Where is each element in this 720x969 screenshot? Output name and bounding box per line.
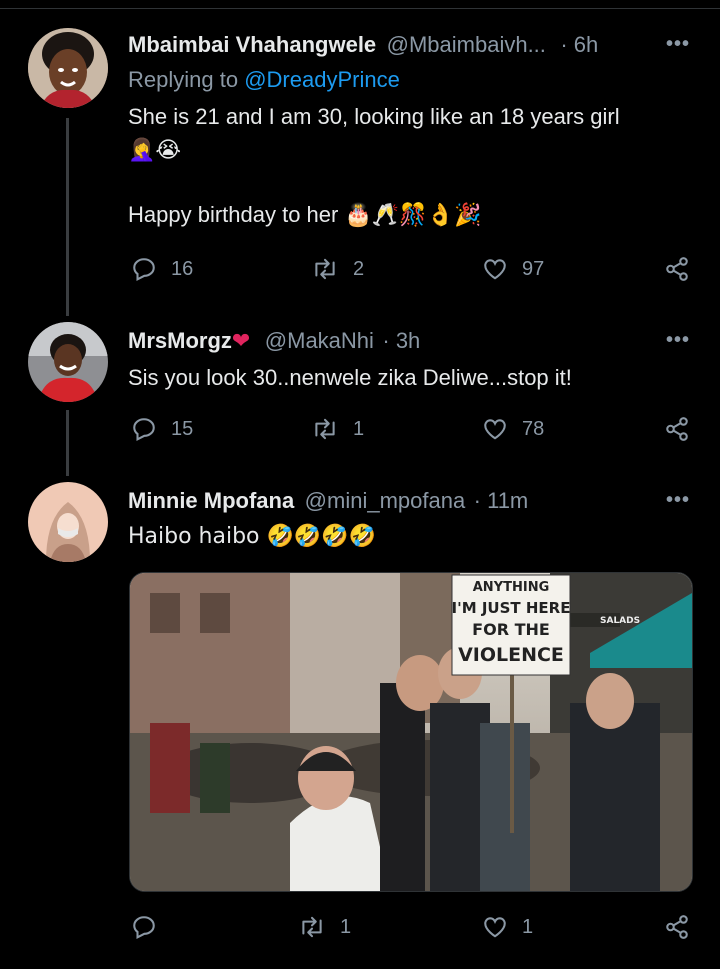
sign-line-3: FOR THE <box>472 620 550 639</box>
shop-sign: SALADS <box>600 616 640 626</box>
avatar[interactable] <box>28 482 108 562</box>
sign-line-4: VIOLENCE <box>458 644 564 666</box>
author-name[interactable]: Minnie Mpofana <box>128 488 294 513</box>
like-icon <box>484 419 506 440</box>
reply-count: 15 <box>171 417 194 440</box>
author-handle[interactable]: @MakaNhi <box>265 328 374 353</box>
replying-label: Replying to <box>128 67 245 92</box>
share-icon <box>666 915 688 939</box>
timestamp[interactable]: · 11m <box>474 488 529 513</box>
like-count: 78 <box>522 417 545 440</box>
timestamp[interactable]: · 6h <box>560 32 598 57</box>
retweet-count: 1 <box>340 915 352 938</box>
reply-button[interactable]: 15 <box>131 416 193 442</box>
retweet-icon <box>315 418 335 440</box>
avatar[interactable] <box>28 322 108 402</box>
avatar-image <box>28 322 108 402</box>
thread-line <box>66 118 69 316</box>
avatar-image <box>28 28 108 108</box>
more-icon[interactable]: ••• <box>666 329 690 352</box>
tweet-text-line: She is 21 and I am 30, looking like an 1… <box>128 104 620 129</box>
replying-to: Replying to @DreadyPrince <box>128 67 400 93</box>
reply-button[interactable]: 16 <box>131 256 193 282</box>
share-button[interactable] <box>664 914 690 940</box>
reply-icon <box>133 418 155 441</box>
like-icon <box>484 259 506 280</box>
author-name[interactable]: Mbaimbai Vhahangwele <box>128 32 376 57</box>
avatar[interactable] <box>28 28 108 108</box>
retweet-button[interactable]: 1 <box>311 416 364 442</box>
replying-to-link[interactable]: @DreadyPrince <box>244 67 400 92</box>
more-icon[interactable]: ••• <box>666 489 690 512</box>
timestamp[interactable]: · 3h <box>382 328 420 353</box>
retweet-button[interactable]: 1 <box>298 914 351 940</box>
tweet-media-image[interactable]: ANYTHING I'M JUST HERE FOR THE VIOLENCE … <box>129 572 693 892</box>
tweet-text-emoji: 🤦‍♀️😭 <box>128 138 182 163</box>
like-icon <box>484 917 506 938</box>
more-icon[interactable]: ••• <box>666 33 690 56</box>
share-icon <box>666 417 688 441</box>
author-handle[interactable]: @mini_mpofana <box>305 488 466 513</box>
like-count: 97 <box>522 257 545 280</box>
like-button[interactable]: 97 <box>482 256 544 282</box>
retweet-count: 1 <box>353 417 365 440</box>
share-button[interactable] <box>664 256 690 282</box>
sign-line-2: I'M JUST HERE <box>452 599 571 617</box>
like-count: 1 <box>522 915 534 938</box>
tweet-text-line: Happy birthday to her 🎂🥂🎊👌🎉 <box>128 202 482 227</box>
thread-line <box>66 410 69 476</box>
reply-button[interactable] <box>131 914 171 940</box>
reply-icon <box>133 258 155 281</box>
reply-count: 16 <box>171 257 194 280</box>
avatar-image <box>28 482 108 562</box>
retweet-icon <box>315 258 335 280</box>
retweet-count: 2 <box>353 257 365 280</box>
top-divider <box>0 8 720 9</box>
tweet-text-line: Haibo haibo 🤣🤣🤣🤣 <box>128 524 377 549</box>
sign-line-1: ANYTHING <box>473 580 550 595</box>
retweet-icon <box>302 916 322 938</box>
street-protest-photo: ANYTHING I'M JUST HERE FOR THE VIOLENCE … <box>130 573 692 891</box>
reply-icon <box>133 916 155 939</box>
share-button[interactable] <box>664 416 690 442</box>
tweet-text-line: Sis you look 30..nenwele zika Deliwe...s… <box>128 365 572 390</box>
heart-emoji: ❤ <box>231 328 251 353</box>
share-icon <box>666 257 688 281</box>
retweet-button[interactable]: 2 <box>311 256 364 282</box>
author-name[interactable]: MrsMorgz <box>128 328 232 353</box>
like-button[interactable]: 1 <box>482 914 533 940</box>
like-button[interactable]: 78 <box>482 416 544 442</box>
author-handle[interactable]: @Mbaimbaivh... <box>387 32 546 57</box>
